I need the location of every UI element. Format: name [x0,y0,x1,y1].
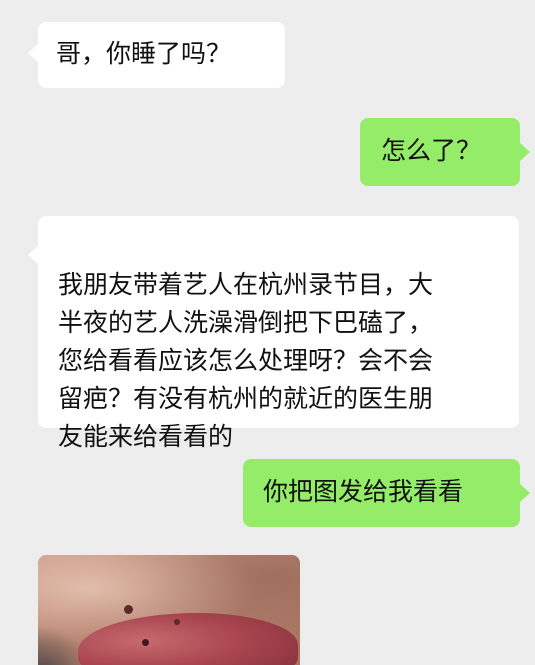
incoming-message-bubble[interactable]: 哥，你睡了吗？ [38,22,285,88]
bubble-tail [520,484,530,502]
message-text: 你把图发给我看看 [263,477,464,506]
photo-mark [142,639,149,646]
incoming-message-bubble[interactable]: 我朋友带着艺人在杭州录节目，大 半夜的艺人洗澡滑倒把下巴磕了， 您给看看应该怎么… [38,216,519,451]
photo-mark [124,605,133,614]
message-text: 哥，你睡了吗？ [56,39,232,68]
message-text: 怎么了？ [381,136,482,165]
message-text: 我朋友带着艺人在杭州录节目，大 半夜的艺人洗澡滑倒把下巴磕了， 您给看看应该怎么… [58,270,434,451]
top-strip [0,0,535,14]
bubble-tail [520,143,530,161]
photo-mark [174,619,180,625]
bubble-tail [28,246,38,264]
bubble-tail [28,44,38,62]
outgoing-message-bubble[interactable]: 你把图发给我看看 [243,459,520,527]
incoming-image-message[interactable] [38,555,300,665]
outgoing-message-bubble[interactable]: 怎么了？ [360,118,520,186]
